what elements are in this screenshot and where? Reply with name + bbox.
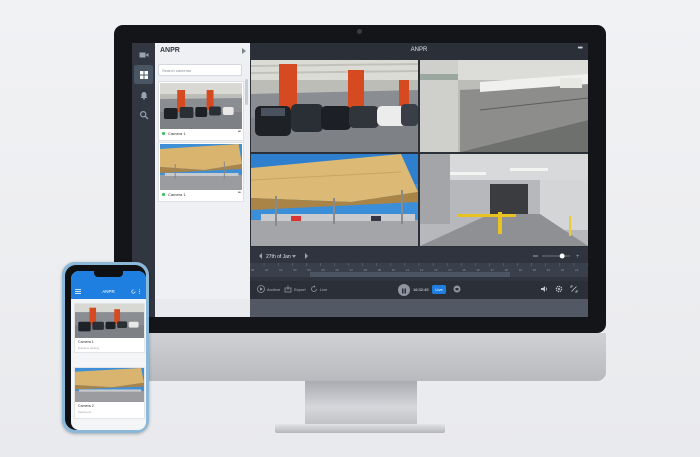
more-icon[interactable]: ••• bbox=[578, 45, 583, 52]
video-feed-ramp[interactable] bbox=[420, 60, 588, 152]
cameras-icon bbox=[139, 52, 148, 57]
view-footer bbox=[250, 299, 588, 317]
pause-icon bbox=[402, 288, 406, 294]
export-icon[interactable] bbox=[284, 285, 292, 293]
phone-screen: ANPR Camera 1 Entrance parking Camera 2 … bbox=[71, 271, 146, 430]
timeline-hour-label: 04 bbox=[307, 268, 311, 272]
camera-thumbnail bbox=[160, 83, 242, 129]
camera-label: Camera 1 bbox=[168, 192, 186, 197]
volume-icon[interactable] bbox=[540, 285, 548, 293]
settings-icon[interactable] bbox=[555, 285, 563, 293]
nav-search-button[interactable] bbox=[134, 105, 153, 124]
timeline-hour-label: 16 bbox=[476, 268, 480, 272]
timeline-hour-label: 02 bbox=[279, 268, 283, 272]
refresh-icon[interactable] bbox=[310, 285, 318, 293]
timeline-hour-label: 18 bbox=[505, 268, 509, 272]
phone-camera-card[interactable]: Camera 1 Entrance parking bbox=[74, 303, 145, 353]
timeline-hour-label: 13 bbox=[434, 268, 438, 272]
camera-label: Camera 1 bbox=[168, 131, 186, 136]
play-icon[interactable] bbox=[257, 285, 265, 293]
phone-camera-sublabel: Entrance parking bbox=[78, 346, 100, 350]
video-feed-barrier-gate[interactable] bbox=[420, 154, 588, 246]
nav-cameras-button[interactable] bbox=[134, 45, 153, 64]
imac-stand bbox=[305, 381, 417, 425]
fullscreen-icon[interactable] bbox=[570, 285, 578, 293]
zoom-plus-icon: + bbox=[576, 254, 580, 260]
timeline-hour-label: 10 bbox=[392, 268, 396, 272]
timeline-hour-label: 05 bbox=[321, 268, 325, 272]
chevron-left-icon bbox=[259, 253, 262, 259]
zoom-slider-handle bbox=[559, 253, 565, 259]
panel-footer bbox=[155, 299, 250, 317]
timeline-hour-label: 14 bbox=[448, 268, 452, 272]
timeline-hour-label: 00 bbox=[251, 268, 255, 272]
desktop-screen: ANPR Search cameras Camera 1 ••• Camera … bbox=[132, 43, 588, 317]
phone-camera-card[interactable]: Camera 2 Parking lot bbox=[74, 367, 145, 419]
imac-stand-base bbox=[275, 424, 445, 433]
search-icon bbox=[139, 110, 148, 119]
timeline-recording-range bbox=[310, 272, 510, 277]
phone-device: ANPR Camera 1 Entrance parking Camera 2 … bbox=[62, 262, 149, 433]
timeline-hour-label: 07 bbox=[350, 268, 354, 272]
timeline-hour-label: 08 bbox=[364, 268, 368, 272]
timeline-hour-label: 01 bbox=[265, 268, 269, 272]
nav-events-button[interactable] bbox=[134, 85, 153, 104]
timeline-hour-label: 22 bbox=[561, 268, 565, 272]
pause-button[interactable] bbox=[398, 284, 410, 296]
live-label[interactable]: Live bbox=[320, 287, 327, 292]
export-label[interactable]: Export bbox=[294, 287, 306, 292]
grid-icon bbox=[139, 70, 148, 79]
snapshot-icon[interactable] bbox=[453, 285, 461, 293]
phone-bezel: ANPR Camera 1 Entrance parking Camera 2 … bbox=[65, 265, 146, 430]
more-icon[interactable]: ••• bbox=[238, 129, 241, 135]
timeline-hour-label: 20 bbox=[533, 268, 537, 272]
timeline-hour-label: 23 bbox=[575, 268, 579, 272]
video-feed-outdoor-lot[interactable] bbox=[251, 154, 418, 246]
video-feed-parking-garage[interactable] bbox=[251, 60, 418, 152]
more-icon[interactable]: ••• bbox=[238, 190, 241, 196]
camera-thumbnail bbox=[160, 144, 242, 190]
imac-chin bbox=[114, 333, 606, 381]
camera-list-panel: ANPR Search cameras Camera 1 ••• Camera … bbox=[155, 43, 250, 299]
timeline-hour-label: 06 bbox=[336, 268, 340, 272]
imac-camera bbox=[357, 29, 362, 34]
timeline-hour-label: 17 bbox=[490, 268, 494, 272]
phone-camera-label: Camera 2 bbox=[78, 404, 94, 408]
timeline-hour-label: 09 bbox=[378, 268, 382, 272]
view-header: ANPR ••• bbox=[250, 43, 588, 59]
view-title: ANPR bbox=[410, 47, 428, 53]
panel-scrollbar[interactable] bbox=[245, 79, 248, 105]
camera-card[interactable]: Camera 1 ••• bbox=[158, 81, 244, 141]
online-status-dot bbox=[162, 193, 165, 196]
timeline-hour-label: 03 bbox=[293, 268, 297, 272]
timeline-hour-label: 15 bbox=[462, 268, 466, 272]
more-icon[interactable] bbox=[138, 289, 141, 294]
bell-icon bbox=[140, 91, 147, 100]
search-input[interactable]: Search cameras bbox=[158, 64, 242, 76]
nav-layouts-button[interactable] bbox=[134, 65, 153, 84]
current-time: 16:32:45 bbox=[413, 287, 429, 292]
playback-controls: Archive Export Live 16:32:45 Live bbox=[250, 281, 588, 299]
online-status-dot bbox=[162, 132, 165, 135]
camera-card[interactable]: Camera 1 ••• bbox=[158, 142, 244, 202]
chevron-down-icon bbox=[292, 255, 296, 258]
live-badge[interactable]: Live bbox=[432, 285, 446, 294]
phone-camera-label: Camera 1 bbox=[78, 340, 94, 344]
timeline-date: 27th of Jan bbox=[266, 254, 291, 260]
timeline-hour-label: 11 bbox=[406, 268, 409, 272]
phone-camera-sublabel: Parking lot bbox=[78, 410, 92, 414]
chevron-right-icon bbox=[305, 253, 308, 259]
camera-thumbnail bbox=[75, 304, 144, 338]
timeline-hour-label: 21 bbox=[547, 268, 551, 272]
camera-thumbnail bbox=[75, 368, 144, 402]
phone-notch bbox=[94, 271, 123, 277]
collapse-icon[interactable] bbox=[242, 48, 246, 54]
panel-title: ANPR bbox=[160, 47, 180, 54]
refresh-icon[interactable] bbox=[131, 289, 136, 294]
timeline-hour-label: 12 bbox=[420, 268, 424, 272]
timeline-hour-label: 19 bbox=[519, 268, 523, 272]
archive-label[interactable]: Archive bbox=[267, 287, 280, 292]
